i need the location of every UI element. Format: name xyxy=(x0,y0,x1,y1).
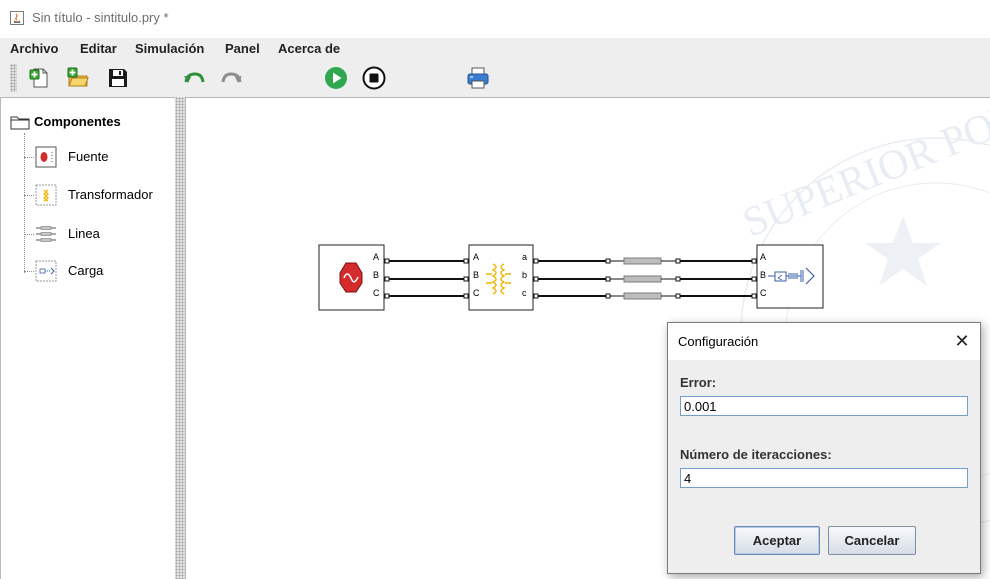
dialog-title: Configuración xyxy=(678,334,759,349)
configuracion-dialog: Configuración ✕ Error: Número de iteracc… xyxy=(667,322,981,574)
load-port-label: B xyxy=(760,270,766,280)
dialog-title-bar[interactable]: Configuración ✕ xyxy=(668,323,980,360)
source-port-label: B xyxy=(373,270,379,280)
close-icon[interactable]: ✕ xyxy=(952,331,972,351)
wires-line-load xyxy=(680,260,752,297)
transformer-port-label: a xyxy=(522,252,527,262)
window-title: Sin título - sintitulo.pry * xyxy=(32,10,169,25)
source-port-label: A xyxy=(373,252,379,262)
line-block[interactable] xyxy=(610,257,676,300)
toolbar xyxy=(0,60,990,97)
iterations-label: Número de iteracciones: xyxy=(680,447,832,462)
run-simulation-icon[interactable] xyxy=(324,66,348,90)
menu-simulacion[interactable]: Simulación xyxy=(135,41,204,56)
toolbar-grip[interactable] xyxy=(10,64,17,92)
components-panel xyxy=(0,97,175,579)
transformer-port-label: c xyxy=(522,288,527,298)
undo-icon[interactable] xyxy=(182,66,206,90)
menu-bar: Archivo Editar Simulación Panel Acerca d… xyxy=(0,38,990,60)
source-block[interactable]: A B C xyxy=(318,244,385,311)
stop-simulation-icon[interactable] xyxy=(362,66,386,90)
menu-acerca-de[interactable]: Acerca de xyxy=(278,41,340,56)
tree-connector xyxy=(24,133,25,273)
window-title-bar: Sin título - sintitulo.pry * xyxy=(0,0,990,38)
watermark-text: SUPERIOR POLITÉ xyxy=(736,98,990,247)
load-block[interactable]: A B C xyxy=(756,244,824,309)
java-app-icon xyxy=(10,11,24,25)
transformer-icon xyxy=(35,184,57,206)
wires-transformer-line xyxy=(538,260,606,297)
wires-source-transformer xyxy=(389,260,464,297)
transformer-port-label: B xyxy=(473,270,479,280)
transformer-block[interactable]: A B C a b c xyxy=(468,244,534,311)
menu-archivo[interactable]: Archivo xyxy=(10,41,58,56)
line-icon xyxy=(36,226,56,242)
source-icon xyxy=(35,146,57,168)
menu-editar[interactable]: Editar xyxy=(80,41,117,56)
print-icon[interactable] xyxy=(466,66,490,90)
load-icon xyxy=(35,260,57,282)
menu-panel[interactable]: Panel xyxy=(225,41,260,56)
aceptar-button[interactable]: Aceptar xyxy=(734,526,820,555)
load-port-label: A xyxy=(760,252,766,262)
redo-icon[interactable] xyxy=(220,66,244,90)
load-port-label: C xyxy=(760,288,767,298)
open-folder-icon[interactable] xyxy=(66,66,90,90)
save-icon[interactable] xyxy=(106,66,130,90)
source-port-label: C xyxy=(373,288,380,298)
cancelar-button[interactable]: Cancelar xyxy=(828,526,916,555)
folder-icon xyxy=(10,116,30,130)
error-label: Error: xyxy=(680,375,717,390)
transformer-port-label: b xyxy=(522,270,527,280)
transformer-port-label: A xyxy=(473,252,479,262)
iterations-field[interactable] xyxy=(680,468,968,488)
error-field[interactable] xyxy=(680,396,968,416)
panel-splitter[interactable] xyxy=(175,97,185,579)
transformer-port-label: C xyxy=(473,288,480,298)
tree-root-label: Componentes xyxy=(34,114,121,129)
new-file-icon[interactable] xyxy=(28,66,52,90)
